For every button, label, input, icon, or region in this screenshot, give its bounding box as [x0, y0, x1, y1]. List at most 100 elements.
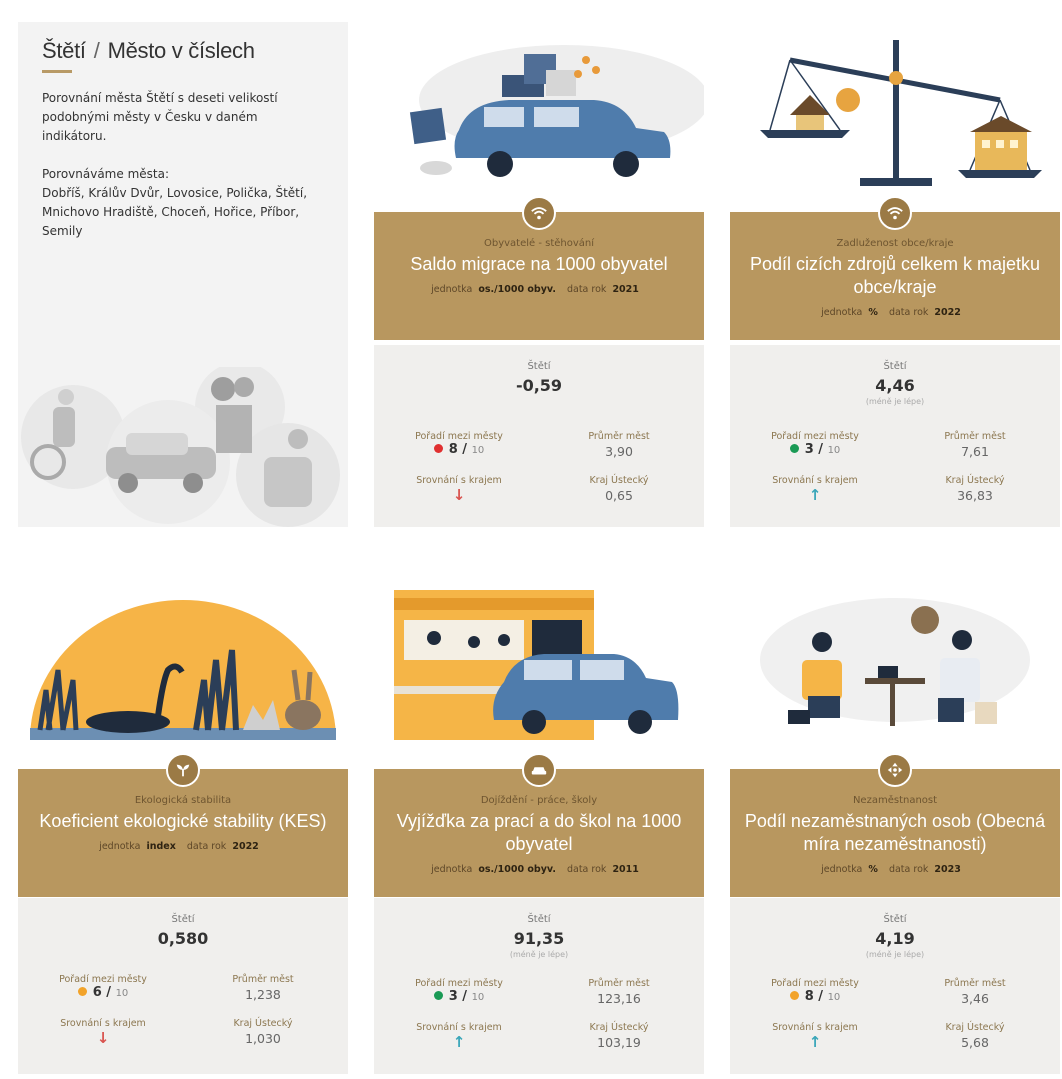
title-separator: /: [93, 38, 100, 63]
compared-cities-label: Porovnáváme města:: [42, 167, 169, 181]
region-label: Kraj Ústecký: [589, 1022, 649, 1033]
car-icon: [522, 753, 556, 787]
city-value: 0,580: [157, 929, 209, 948]
value-note: (méně je lépe): [865, 397, 925, 406]
region-stat: Kraj Ústecký 0,65: [544, 475, 694, 503]
rank-value: 3 / 10: [384, 989, 534, 1004]
wifi-icon: [878, 196, 912, 230]
compare-label: Srovnání s krajem: [772, 475, 858, 486]
indicator-card-migration: Obyvatelé - stěhování Saldo migrace na 1…: [374, 0, 704, 527]
average-stat: Průměr měst 1,238: [188, 974, 338, 1002]
rank-value: 3 / 10: [740, 442, 890, 457]
card-body: Štětí -0,59 Pořadí mezi městy 8 / 10 Prů…: [374, 345, 704, 527]
compare-label: Srovnání s krajem: [416, 475, 502, 486]
unit-label: jednotka: [431, 284, 473, 295]
unit-value: index: [146, 841, 176, 852]
region-value: 0,65: [605, 488, 633, 503]
card-category: Obyvatelé - stěhování: [483, 238, 595, 249]
arrow-down-icon: ↓: [452, 486, 466, 504]
indicator-card-debt: Zadluženost obce/kraje Podíl cizích zdro…: [730, 0, 1060, 527]
rank-value: 8 / 10: [740, 989, 890, 1004]
city-name: Štětí: [883, 914, 907, 925]
year-value: 2022: [232, 841, 259, 852]
card-title: Podíl nezaměstnaných osob (Obecná míra n…: [744, 811, 1046, 854]
region-stat: Kraj Ústecký 36,83: [900, 475, 1050, 503]
card-meta: jednotka os./1000 obyv. data rok 2011: [374, 864, 704, 875]
average-value: 1,238: [245, 987, 281, 1002]
city-value: -0,59: [515, 376, 563, 395]
intro-panel: Štětí / Město v číslech Porovnání města Št…: [18, 22, 348, 527]
card-header: Obyvatelé - stěhování Saldo migrace na 1…: [374, 196, 704, 340]
scales-illustration: [760, 40, 1042, 186]
region-value: 5,68: [961, 1035, 989, 1050]
year-label: data rok: [888, 307, 929, 318]
indicator-card-ecology: Ekologická stabilita Koeficient ekologic…: [18, 580, 348, 1079]
value-note: (méně je lépe): [865, 950, 925, 959]
rank-value: 6 / 10: [28, 985, 178, 1000]
rank-label: Pořadí mezi městy: [59, 974, 147, 985]
wifi-icon: [522, 196, 556, 230]
rank-value: 8 / 10: [384, 442, 534, 457]
indicator-card-commuting: Dojíždění - práce, školy Vyjížďka za pra…: [374, 580, 704, 1079]
compare-label: Srovnání s krajem: [416, 1022, 502, 1033]
unit-value: %: [868, 307, 878, 318]
section-title: Město v číslech: [107, 38, 255, 63]
card-body: Štětí 91,35 (méně je lépe) Pořadí mezi m…: [374, 898, 704, 1074]
average-value: 3,46: [961, 991, 989, 1006]
page-title: Štětí / Město v číslech: [42, 38, 348, 64]
card-title: Podíl cizích zdrojů celkem k majetku obc…: [749, 254, 1041, 297]
intro-paragraph: Porovnání města Štětí s deseti velikostí…: [42, 91, 278, 143]
region-label: Kraj Ústecký: [589, 475, 649, 486]
card-meta: jednotka os./1000 obyv. data rok 2021: [374, 284, 704, 295]
card-header: Zadluženost obce/kraje Podíl cizích zdro…: [730, 196, 1060, 340]
card-meta: jednotka % data rok 2023: [730, 864, 1060, 875]
region-label: Kraj Ústecký: [945, 475, 1005, 486]
rank-label: Pořadí mezi městy: [415, 978, 503, 989]
rank-stat: Pořadí mezi městy 8 / 10: [740, 978, 890, 1004]
region-value: 103,19: [597, 1035, 641, 1050]
rank-status-dot: [433, 444, 443, 453]
city-value: 4,19: [875, 929, 915, 948]
rank-label: Pořadí mezi městy: [415, 431, 503, 442]
rank-stat: Pořadí mezi městy 3 / 10: [740, 431, 890, 457]
year-value: 2011: [612, 864, 639, 875]
card-meta: jednotka % data rok 2022: [730, 307, 1060, 318]
arrow-down-icon: ↓: [96, 1029, 110, 1047]
bus-car-illustration: [394, 590, 679, 740]
city-link[interactable]: Štětí: [42, 38, 86, 63]
city-name: Štětí: [527, 914, 551, 925]
card-title: Koeficient ekologické stability (KES): [39, 811, 327, 831]
city-name: Štětí: [527, 361, 551, 372]
card-header: Ekologická stabilita Koeficient ekologic…: [18, 753, 348, 897]
rank-label: Pořadí mezi městy: [771, 978, 859, 989]
card-body: Štětí 4,19 (méně je lépe) Pořadí mezi mě…: [730, 898, 1060, 1074]
rank-status-dot: [433, 991, 443, 1000]
year-value: 2023: [934, 864, 961, 875]
compared-cities-list: Dobříš, Králův Dvůr, Lovosice, Polička, …: [42, 186, 308, 238]
leaf-icon: [166, 753, 200, 787]
city-value: 91,35: [513, 929, 565, 948]
city-life-illustration: [21, 367, 340, 527]
region-stat: Kraj Ústecký 103,19: [544, 1022, 694, 1050]
car-luggage-illustration: [409, 45, 704, 177]
card-category: Zadluženost obce/kraje: [836, 238, 954, 249]
intro-header: Štětí / Město v číslech: [18, 22, 348, 73]
nature-illustration: [30, 600, 336, 740]
compare-stat: Srovnání s krajem ↑: [740, 1022, 890, 1051]
compare-stat: Srovnání s krajem ↓: [28, 1018, 178, 1047]
region-stat: Kraj Ústecký 1,030: [188, 1018, 338, 1046]
compare-label: Srovnání s krajem: [772, 1022, 858, 1033]
average-stat: Průměr měst 3,90: [544, 431, 694, 459]
region-label: Kraj Ústecký: [945, 1022, 1005, 1033]
region-label: Kraj Ústecký: [233, 1018, 293, 1029]
arrow-up-icon: ↑: [808, 1033, 822, 1051]
rank-status-dot: [789, 991, 799, 1000]
unit-value: os./1000 obyv.: [478, 284, 556, 295]
rank-label: Pořadí mezi městy: [771, 431, 859, 442]
unit-label: jednotka: [821, 307, 863, 318]
average-stat: Průměr měst 3,46: [900, 978, 1050, 1006]
rank-status-dot: [77, 987, 87, 996]
arrow-up-icon: ↑: [452, 1033, 466, 1051]
unit-value: %: [868, 864, 878, 875]
compared-cities: Porovnáváme města: Dobříš, Králův Dvůr, …: [42, 165, 324, 241]
